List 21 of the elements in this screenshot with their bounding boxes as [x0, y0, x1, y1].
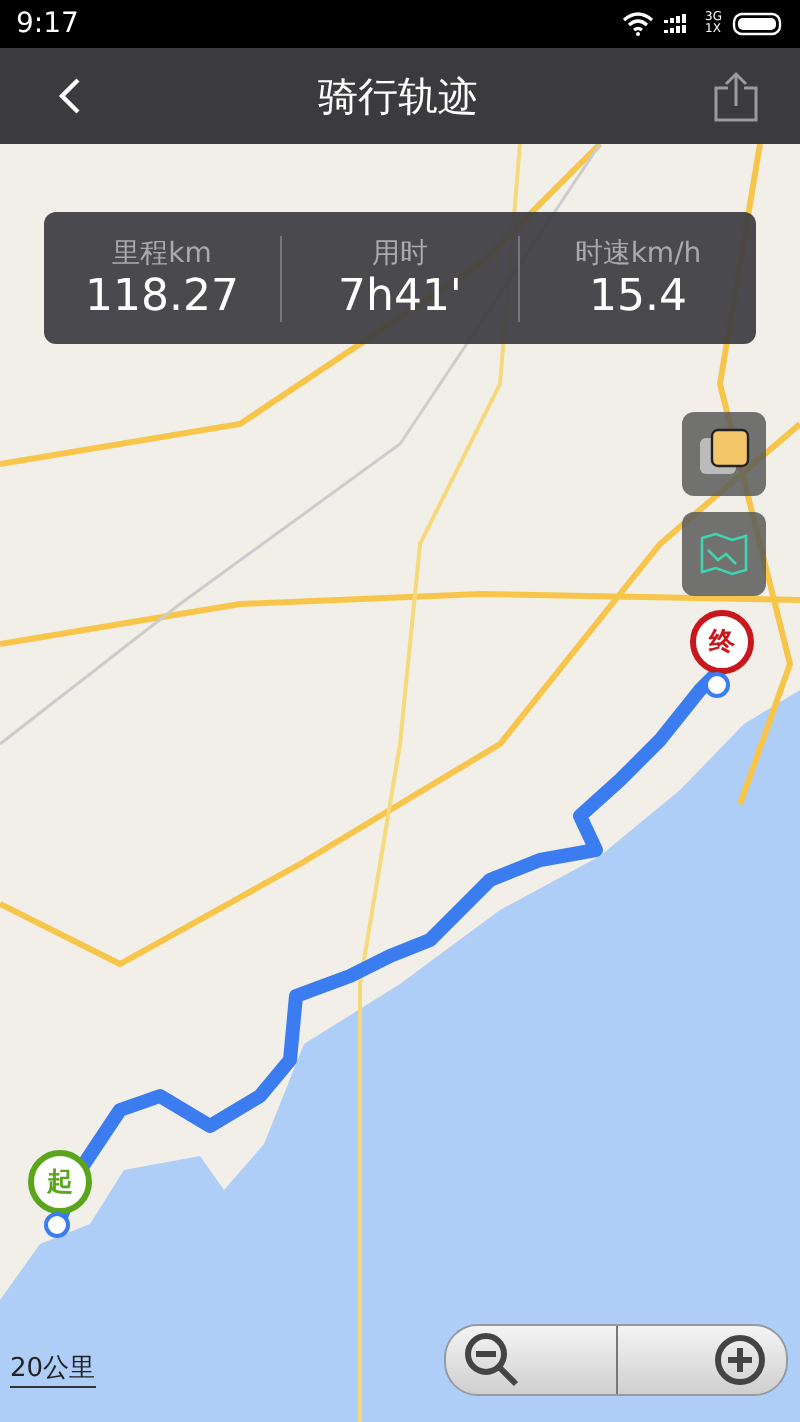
zoom-out-icon: [462, 1330, 522, 1390]
stat-label: 用时: [372, 235, 428, 271]
stat-value: 7h41': [338, 271, 462, 321]
stat-label: 里程km: [112, 235, 212, 271]
map-icon: [698, 532, 750, 576]
battery-icon: [732, 12, 784, 36]
zoom-in-icon: [710, 1330, 770, 1390]
stat-value: 15.4: [589, 271, 687, 321]
page-title: 骑行轨迹: [318, 69, 478, 123]
clock-time: 9:17: [16, 8, 79, 40]
share-icon: [712, 70, 760, 122]
track-map-button[interactable]: [682, 512, 766, 596]
map-scale: 20公里: [10, 1350, 96, 1388]
stat-value: 118.27: [85, 271, 239, 321]
zoom-in-button[interactable]: [615, 1326, 786, 1394]
zoom-out-button[interactable]: [446, 1326, 615, 1394]
stat-label: 时速km/h: [574, 235, 702, 271]
layers-button[interactable]: [682, 412, 766, 496]
back-icon: [56, 76, 84, 116]
layers-icon: [698, 428, 750, 480]
wifi-icon: [621, 12, 654, 36]
